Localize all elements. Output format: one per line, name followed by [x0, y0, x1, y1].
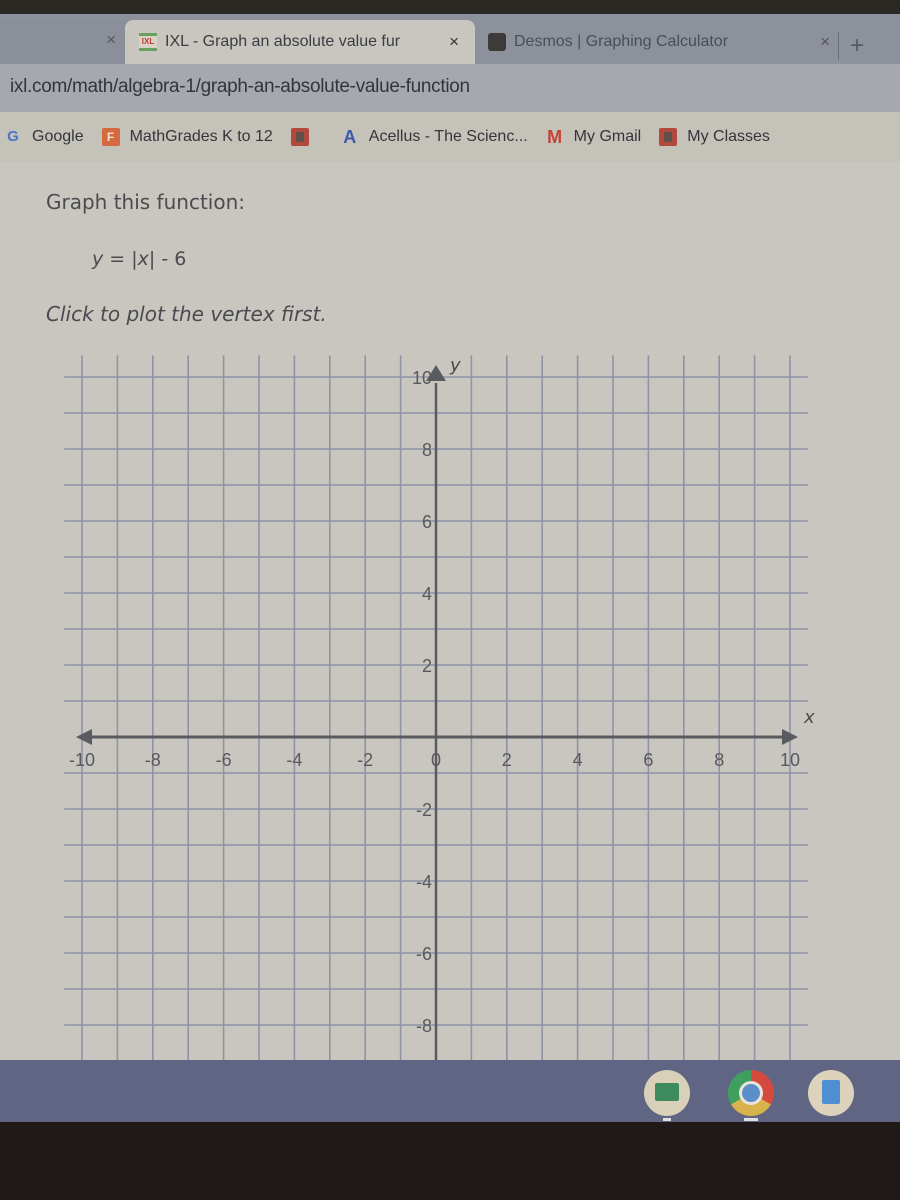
tab-close-icon[interactable]: × — [820, 32, 830, 52]
bookmark-acellus[interactable]: A Acellus - The Scienc... — [341, 127, 528, 147]
mathgrades-icon: F — [101, 128, 120, 146]
bookmark-label: My Classes — [687, 128, 770, 145]
tab-previous[interactable]: × — [0, 20, 130, 64]
y-tick-label: -4 — [416, 872, 432, 892]
google-icon: G — [7, 128, 19, 145]
tab-close-icon[interactable]: × — [449, 32, 459, 52]
x-axis-label: x — [803, 707, 815, 728]
bookmark-classroom[interactable] — [290, 128, 319, 146]
screen-bezel-top — [0, 0, 900, 14]
y-tick-label: -8 — [416, 1016, 432, 1036]
coordinate-grid[interactable]: xy -10 -8 -6 -4 -2 0 2 4 6 8 10108642-2-4-6-8 — [0, 162, 900, 1060]
bookmark-label: MathGrades K to 12 — [129, 128, 273, 145]
running-indicator — [744, 1118, 758, 1121]
y-tick-label: 4 — [422, 584, 432, 604]
tab-title: IXL - Graph an absolute value fur — [165, 33, 401, 50]
bookmark-label: Acellus - The Scienc... — [368, 128, 528, 145]
classroom-icon — [659, 128, 678, 146]
url-text[interactable]: ixl.com/math/algebra-1/graph-an-absolute… — [10, 76, 470, 98]
system-shelf — [0, 1060, 900, 1122]
tab-separator — [838, 32, 839, 60]
gmail-icon: M — [547, 127, 563, 147]
y-axis-label: y — [449, 355, 461, 376]
screen-bezel-bottom — [0, 1122, 900, 1200]
bookmark-google[interactable]: G Google — [0, 128, 84, 146]
page-content: Graph this function: y = |x| - 6 Click t… — [0, 162, 900, 1060]
x-tick-label: -2 — [357, 750, 373, 770]
desmos-icon — [488, 33, 506, 51]
y-tick-label: 8 — [422, 440, 432, 460]
x-tick-label: 4 — [573, 750, 583, 770]
axes: xy — [76, 355, 815, 1060]
running-indicator — [663, 1118, 671, 1121]
bookmark-label: My Gmail — [573, 128, 642, 145]
bookmark-gmail[interactable]: M My Gmail — [546, 127, 642, 147]
y-tick-label: -2 — [416, 800, 432, 820]
x-tick-label: 10 — [780, 750, 800, 770]
x-tick-label: 6 — [643, 750, 653, 770]
tab-title: Desmos | Graphing Calculator — [514, 33, 729, 50]
tab-strip: × IXL IXL - Graph an absolute value fur … — [0, 14, 900, 64]
x-tick-label: 8 — [714, 750, 724, 770]
docs-icon[interactable] — [808, 1070, 854, 1116]
bookmarks-bar: G Google F MathGrades K to 12 A Acellus … — [0, 112, 900, 162]
bookmark-my-classes[interactable]: My Classes — [659, 128, 770, 146]
chrome-icon[interactable] — [728, 1070, 774, 1116]
y-tick-label: 6 — [422, 512, 432, 532]
y-tick-label: 10 — [412, 368, 432, 388]
x-tick-label: -6 — [216, 750, 232, 770]
address-bar[interactable]: ixl.com/math/algebra-1/graph-an-absolute… — [0, 64, 900, 112]
x-axis-left-arrow — [76, 729, 92, 745]
acellus-icon: A — [343, 127, 357, 147]
classroom-icon[interactable] — [644, 1070, 690, 1116]
x-tick-label: -10 — [69, 750, 95, 770]
new-tab-button[interactable]: + — [850, 32, 864, 60]
y-tick-label: -6 — [416, 944, 432, 964]
x-tick-label: 0 — [431, 750, 441, 770]
tab-close-icon[interactable]: × — [106, 30, 116, 50]
x-tick-label: 2 — [502, 750, 512, 770]
ixl-icon: IXL — [139, 33, 157, 51]
tick-labels: -10 -8 -6 -4 -2 0 2 4 6 8 10 10 8 6 4 2 -2 -4 -6 -8 — [69, 368, 800, 1036]
classroom-icon — [290, 128, 309, 146]
x-tick-label: -8 — [145, 750, 161, 770]
bookmark-mathgrades[interactable]: F MathGrades K to 12 — [101, 128, 273, 146]
y-tick-label: 2 — [422, 656, 432, 676]
tab-ixl[interactable]: IXL IXL - Graph an absolute value fur × — [125, 20, 475, 64]
x-tick-label: -4 — [286, 750, 302, 770]
bookmark-label: Google — [32, 128, 84, 145]
tab-desmos[interactable]: Desmos | Graphing Calculator × — [480, 20, 840, 64]
